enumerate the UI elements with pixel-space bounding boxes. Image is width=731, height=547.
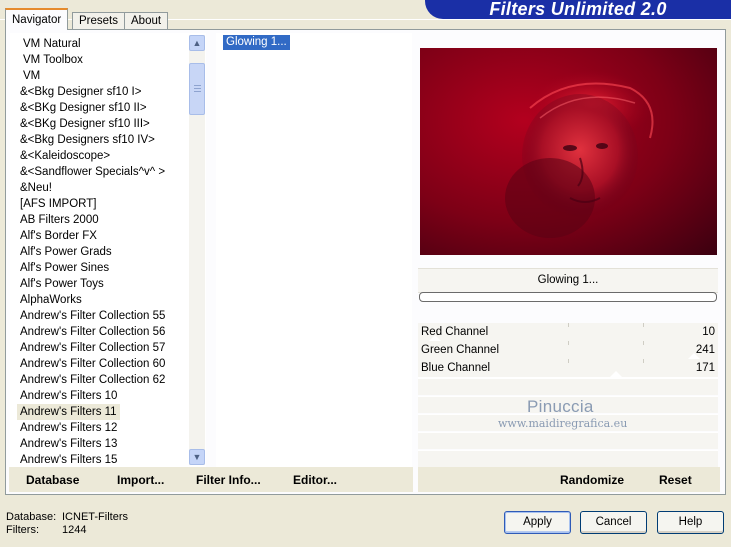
empty-control-row — [418, 450, 718, 467]
scroll-grip — [194, 88, 201, 89]
filter-list-item[interactable]: &<BKg Designer sf10 II> — [17, 100, 150, 116]
current-filter-label: Glowing 1... — [418, 268, 718, 293]
slider-tick — [643, 323, 644, 327]
subfilter-list[interactable] — [216, 33, 412, 467]
scroll-thumb[interactable] — [189, 63, 205, 115]
scroll-down-button[interactable]: ▼ — [189, 449, 205, 465]
empty-control-row — [418, 378, 718, 395]
tab-presets[interactable]: Presets — [72, 12, 125, 29]
filters-count: 1244 — [62, 524, 87, 536]
watermark-title: Pinuccia — [527, 397, 594, 416]
preview-image — [420, 48, 717, 255]
slider-tick — [568, 323, 569, 327]
filter-list-item[interactable]: Alf's Power Toys — [17, 276, 107, 292]
filter-list-item[interactable]: &Neu! — [17, 180, 55, 196]
slider-tick — [643, 359, 644, 363]
slider-green-channel[interactable]: Green Channel 241 — [418, 341, 718, 360]
slider-value: 171 — [695, 362, 715, 374]
empty-control-row — [418, 432, 718, 449]
slider-thumb[interactable] — [608, 371, 623, 378]
filter-list-item[interactable]: AB Filters 2000 — [17, 212, 102, 228]
slider-value: 241 — [695, 344, 715, 356]
filter-list-item[interactable]: Andrew's Filters 10 — [17, 388, 120, 404]
filter-info-button[interactable]: Filter Info... — [196, 473, 261, 487]
apply-button[interactable]: Apply — [504, 511, 571, 534]
filter-list-item[interactable]: Andrew's Filters 11 — [17, 404, 120, 420]
slider-tick — [643, 341, 644, 345]
filter-list-item[interactable]: &<BKg Designer sf10 III> — [17, 116, 153, 132]
filter-list-item[interactable]: Andrew's Filter Collection 62 — [17, 372, 168, 388]
scroll-grip — [194, 91, 201, 92]
database-button[interactable]: Database — [26, 473, 79, 487]
filter-list-item[interactable]: Andrew's Filters 13 — [17, 436, 120, 452]
slider-blue-channel[interactable]: Blue Channel 171 — [418, 359, 718, 378]
filter-list-item[interactable]: [AFS IMPORT] — [17, 196, 99, 212]
filter-list-item[interactable]: Andrew's Filters 15 — [17, 452, 120, 467]
filter-list-item[interactable]: AlphaWorks — [17, 292, 85, 308]
filter-list-item[interactable]: &<Bkg Designer sf10 I> — [17, 84, 144, 100]
randomize-button[interactable]: Randomize — [560, 473, 624, 487]
filter-list-item[interactable]: Alf's Power Grads — [17, 244, 115, 260]
filter-list-item[interactable]: &<Kaleidoscope> — [17, 148, 113, 164]
filter-list-item[interactable]: VM Toolbox — [20, 52, 86, 68]
filter-list-item[interactable]: Andrew's Filter Collection 57 — [17, 340, 168, 356]
watermark-site: www.maidiregrafica.eu — [498, 417, 628, 430]
chevron-up-icon: ▲ — [192, 38, 202, 48]
filter-list-item[interactable]: &<Bkg Designers sf10 IV> — [17, 132, 158, 148]
import-button[interactable]: Import... — [117, 473, 164, 487]
filter-list-item[interactable]: Andrew's Filter Collection 55 — [17, 308, 168, 324]
cancel-button[interactable]: Cancel — [580, 511, 647, 534]
filter-list-item[interactable]: Andrew's Filter Collection 56 — [17, 324, 168, 340]
filter-list-item[interactable]: VM Natural — [20, 36, 84, 52]
filter-list-item[interactable]: Alf's Power Sines — [17, 260, 112, 276]
filters-label: Filters: — [6, 524, 39, 536]
slider-tick — [568, 341, 569, 345]
slider-red-channel[interactable]: Red Channel 10 — [418, 323, 718, 342]
tab-about[interactable]: About — [124, 12, 169, 29]
preview-artwork — [420, 48, 717, 255]
filter-list-scrollbar[interactable]: ▲ ▼ — [189, 35, 205, 465]
window-title: Filters Unlimited 2.0 — [425, 0, 731, 19]
scroll-up-button[interactable]: ▲ — [189, 35, 205, 51]
filter-list-item[interactable]: VM — [20, 68, 43, 84]
scroll-grip — [194, 85, 201, 86]
help-button[interactable]: Help — [657, 511, 724, 534]
reset-button[interactable]: Reset — [659, 473, 692, 487]
slider-label: Green Channel — [421, 344, 499, 356]
editor-button[interactable]: Editor... — [293, 473, 337, 487]
subfilter-item-glowing-1[interactable]: Glowing 1... — [223, 35, 290, 50]
slider-label: Blue Channel — [421, 362, 491, 374]
render-progress-bar — [419, 292, 717, 302]
slider-value: 10 — [702, 326, 715, 338]
filter-list-item[interactable]: Andrew's Filters 12 — [17, 420, 120, 436]
database-value: ICNET-Filters — [62, 511, 128, 523]
tab-navigator[interactable]: Navigator — [5, 8, 69, 30]
slider-tick — [568, 359, 569, 363]
filter-list-item[interactable]: &<Sandflower Specials^v^ > — [17, 164, 168, 180]
filter-list-item[interactable]: Alf's Border FX — [17, 228, 100, 244]
chevron-down-icon: ▼ — [192, 452, 202, 462]
database-label: Database: — [6, 511, 57, 523]
filter-list-item[interactable]: Andrew's Filter Collection 60 — [17, 356, 168, 372]
filter-category-list[interactable]: VM Natural VM Toolbox VM &<Bkg Designer sf1… — [10, 33, 206, 467]
